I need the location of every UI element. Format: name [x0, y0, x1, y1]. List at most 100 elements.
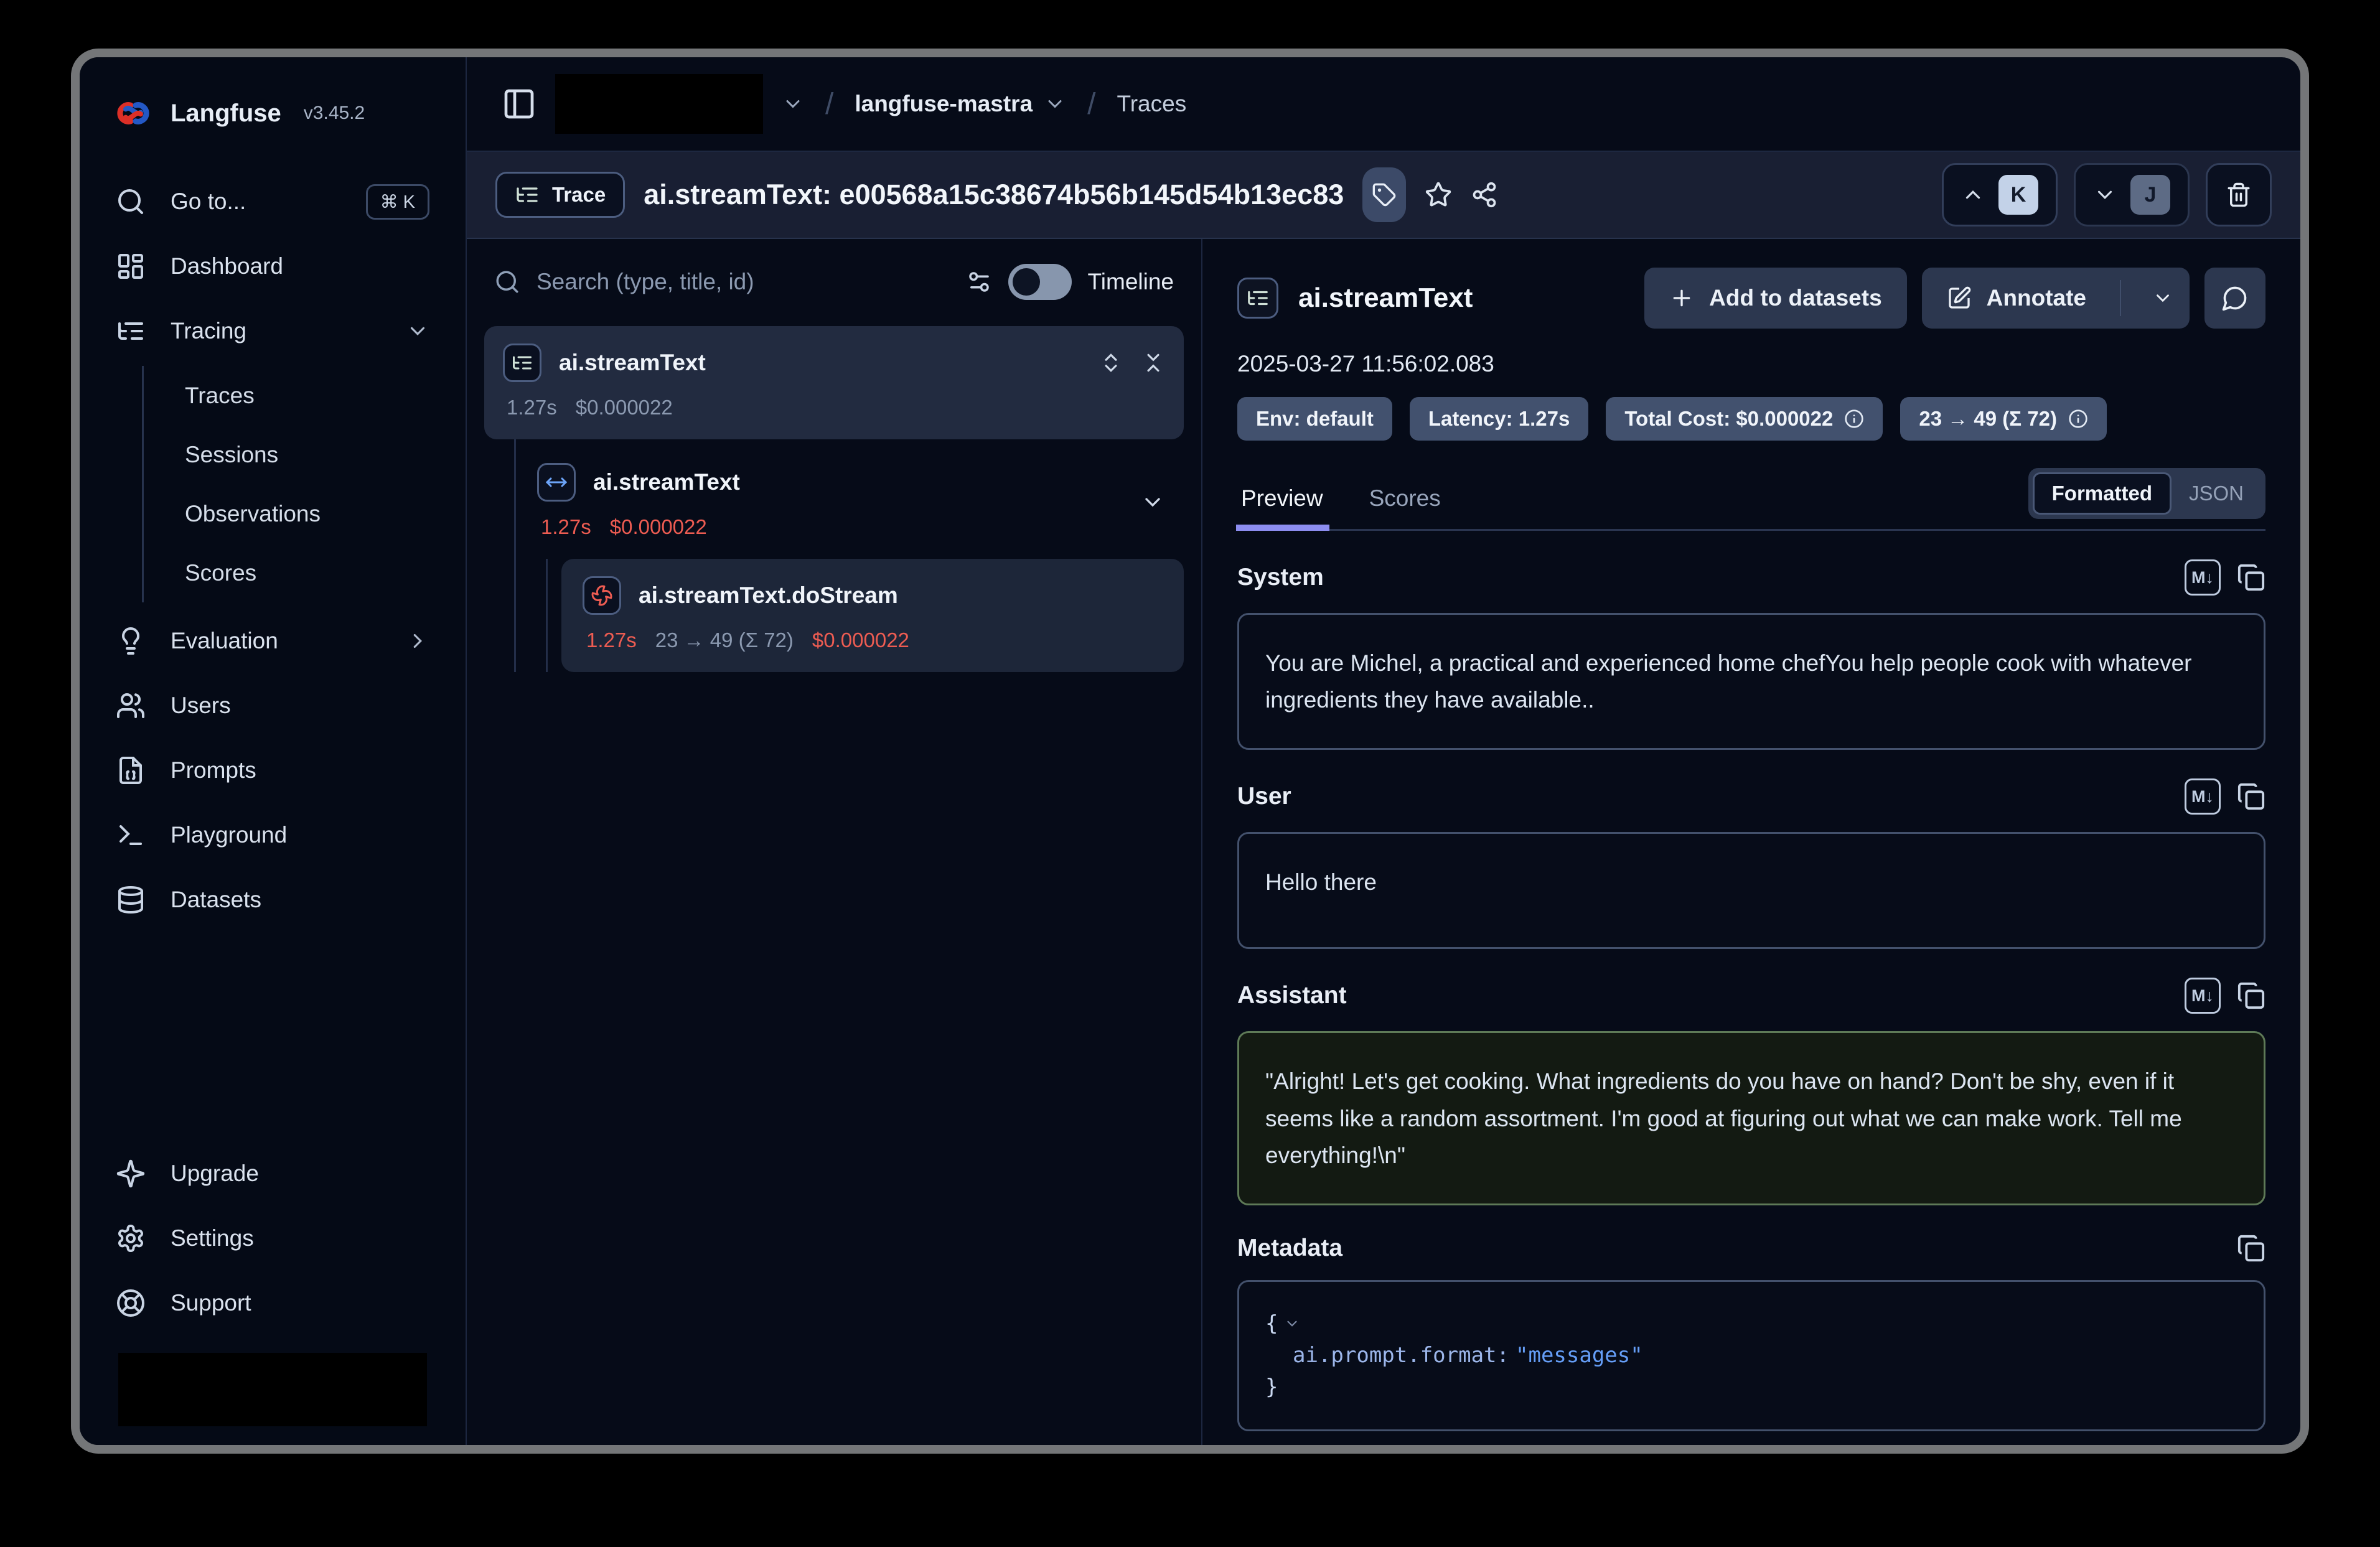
markdown-toggle-icon[interactable]: M↓	[2185, 778, 2221, 815]
list-tree-icon	[1246, 286, 1270, 310]
next-trace-button[interactable]: J	[2074, 163, 2190, 227]
button-divider	[2120, 280, 2121, 316]
sidebar-item-dashboard[interactable]: Dashboard	[101, 234, 444, 299]
tree-node-title: ai.streamText.doStream	[639, 582, 1165, 609]
formatted-toggle-option[interactable]: Formatted	[2033, 472, 2172, 515]
main-area: / langfuse-mastra / Traces Trace ai.stre…	[467, 57, 2300, 1445]
assistant-message: "Alright! Let's get cooking. What ingred…	[1237, 1031, 2265, 1205]
annotate-main[interactable]: Annotate	[1922, 268, 2105, 329]
sidebar-item-observations[interactable]: Observations	[144, 484, 444, 543]
json-toggle-option[interactable]: JSON	[2172, 474, 2261, 513]
chevron-up-icon	[1961, 183, 1985, 207]
sidebar-item-playground[interactable]: Playground	[101, 803, 444, 867]
tab-scores[interactable]: Scores	[1366, 485, 1446, 529]
star-button[interactable]	[1425, 181, 1452, 208]
metadata-json: { ai.prompt.format: "messages" }	[1237, 1280, 2265, 1431]
logo-row: Langfuse v3.45.2	[80, 57, 466, 161]
tree-children: ai.streamText 1.27s $0.000022	[514, 439, 1184, 672]
breadcrumb-bar: / langfuse-mastra / Traces	[467, 57, 2300, 152]
search-icon	[494, 269, 520, 295]
sparkle-icon	[116, 1159, 146, 1189]
add-to-datasets-button[interactable]: Add to datasets	[1644, 268, 1907, 329]
markdown-toggle-icon[interactable]: M↓	[2185, 559, 2221, 596]
tree-node-dostream[interactable]: ai.streamText.doStream 1.27s 23 → 49 (Σ …	[561, 559, 1184, 672]
chevron-down-icon	[406, 319, 429, 343]
metadata-section: Metadata { ai.prompt.format: "messages"	[1237, 1234, 2265, 1431]
chevron-down-icon	[2152, 287, 2173, 309]
breadcrumb-separator: /	[1085, 87, 1098, 121]
json-key: ai.prompt.format:	[1265, 1340, 1509, 1372]
sidebar-item-scores[interactable]: Scores	[144, 543, 444, 602]
trace-header: Trace ai.streamText: e00568a15c38674b56b…	[467, 152, 2300, 239]
sidebar-item-settings[interactable]: Settings	[101, 1206, 444, 1271]
delete-trace-button[interactable]	[2206, 163, 2272, 227]
upgrade-label: Upgrade	[171, 1161, 259, 1187]
observation-tree: ai.streamText 1.27s $0.000022	[467, 319, 1201, 680]
sidebar-item-sessions[interactable]: Sessions	[144, 425, 444, 484]
chevron-down-icon	[1044, 93, 1066, 115]
sidebar-item-evaluation[interactable]: Evaluation	[101, 609, 444, 673]
comment-button[interactable]	[2204, 268, 2265, 329]
annotate-button[interactable]: Annotate	[1922, 268, 2190, 329]
detail-actions: Add to datasets Annotate	[1644, 268, 2265, 329]
copy-button[interactable]	[2237, 563, 2265, 592]
annotate-dropdown[interactable]	[2136, 268, 2190, 329]
sidebar-item-traces[interactable]: Traces	[144, 366, 444, 425]
tree-search-input[interactable]: Search (type, title, id)	[536, 269, 950, 295]
fan-icon	[591, 584, 613, 607]
breadcrumb-project[interactable]: langfuse-mastra	[855, 91, 1066, 117]
tree-search-row: Search (type, title, id) Timeline	[467, 239, 1201, 319]
users-icon	[116, 691, 146, 721]
share-button[interactable]	[1471, 181, 1498, 208]
sidebar-item-prompts[interactable]: Prompts	[101, 738, 444, 803]
trace-timestamp: 2025-03-27 11:56:02.083	[1237, 351, 2265, 377]
tab-preview[interactable]: Preview	[1237, 485, 1328, 529]
search-icon	[116, 187, 146, 217]
info-icon[interactable]	[1844, 409, 1864, 429]
sidebar-item-support[interactable]: Support	[101, 1271, 444, 1335]
tree-node-title: ai.streamText	[593, 469, 1165, 495]
goto-label: Go to...	[171, 189, 246, 215]
copy-button[interactable]	[2237, 1234, 2265, 1263]
markdown-toggle-icon[interactable]: M↓	[2185, 978, 2221, 1014]
trace-title: ai.streamText: e00568a15c38674b56b145d54…	[644, 179, 1344, 211]
info-icon[interactable]	[2068, 409, 2088, 429]
detail-tabs: Preview Scores Formatted JSON	[1237, 468, 2265, 531]
tree-node-streamtext[interactable]: ai.streamText 1.27s $0.000022	[516, 446, 1184, 559]
json-value: "messages"	[1516, 1340, 1643, 1372]
tracing-sub-list: Traces Sessions Observations Scores	[142, 366, 444, 602]
copy-button[interactable]	[2237, 782, 2265, 811]
sidebar-toggle-icon[interactable]	[502, 86, 536, 121]
filter-settings-icon[interactable]	[966, 269, 992, 295]
chevron-down-icon[interactable]	[782, 93, 804, 115]
sidebar: Langfuse v3.45.2 Go to... ⌘ K Dashboard …	[80, 57, 467, 1445]
expand-all-icon[interactable]	[1099, 351, 1123, 375]
settings-label: Settings	[171, 1225, 254, 1251]
sidebar-item-goto[interactable]: Go to... ⌘ K	[101, 169, 444, 234]
chevron-down-icon[interactable]	[1140, 490, 1165, 515]
collapse-all-icon[interactable]	[1141, 351, 1165, 375]
tag-button[interactable]	[1362, 167, 1406, 222]
breadcrumb-separator: /	[823, 87, 836, 121]
dashboard-icon	[116, 251, 146, 281]
sidebar-item-tracing[interactable]: Tracing	[101, 299, 444, 363]
sidebar-item-users[interactable]: Users	[101, 673, 444, 738]
timeline-toggle[interactable]	[1008, 264, 1072, 300]
json-collapse-icon[interactable]	[1284, 1316, 1300, 1332]
prompts-label: Prompts	[171, 757, 256, 783]
brand-name: Langfuse	[171, 100, 281, 128]
list-tree-icon	[511, 352, 533, 374]
sidebar-nav: Go to... ⌘ K Dashboard Tracing Traces Se…	[80, 161, 466, 1133]
node-latency: 1.27s	[507, 396, 557, 419]
copy-button[interactable]	[2237, 981, 2265, 1010]
tree-node-root[interactable]: ai.streamText 1.27s $0.000022	[484, 326, 1184, 439]
node-latency: 1.27s	[586, 629, 637, 652]
database-icon	[116, 885, 146, 915]
sidebar-item-datasets[interactable]: Datasets	[101, 867, 444, 932]
sidebar-item-upgrade[interactable]: Upgrade	[101, 1141, 444, 1206]
env-badge: Env: default	[1237, 397, 1392, 441]
prev-trace-button[interactable]: K	[1942, 163, 2058, 227]
file-code-icon	[116, 755, 146, 785]
redacted-org-name[interactable]	[555, 74, 763, 134]
breadcrumb-page: Traces	[1117, 91, 1187, 117]
